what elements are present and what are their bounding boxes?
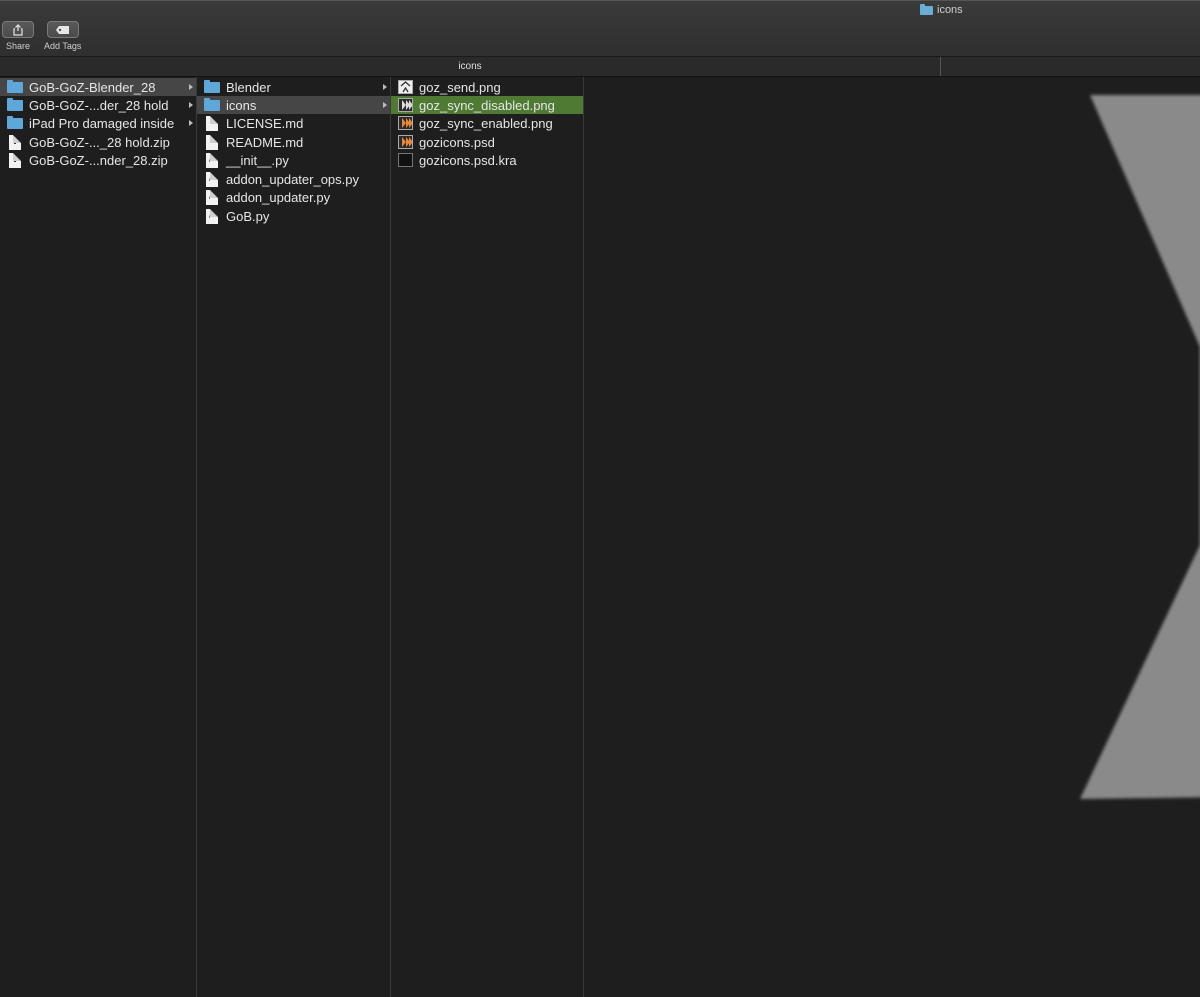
chevron-right-icon xyxy=(383,84,387,90)
column-2[interactable]: Blender icons LICENSE.md README.md __ini… xyxy=(197,77,391,997)
list-item[interactable]: goz_sync_disabled.png xyxy=(391,96,583,114)
folder-icon xyxy=(204,98,220,111)
list-item[interactable]: gozicons.psd.kra xyxy=(391,151,583,169)
goz-sync-enabled-image-icon xyxy=(398,116,413,130)
add-tags-button[interactable]: Add Tags xyxy=(44,21,81,51)
goz-sync-disabled-image-icon xyxy=(398,98,413,112)
item-label: icons xyxy=(226,97,257,113)
share-label: Share xyxy=(5,41,31,51)
item-label: README.md xyxy=(226,134,304,150)
document-icon xyxy=(206,115,218,131)
item-label: goz_sync_enabled.png xyxy=(419,115,553,131)
column-3[interactable]: goz_send.png goz_sync_disabled.png goz_s… xyxy=(391,77,584,997)
chevron-right-icon xyxy=(189,84,193,90)
item-label: iPad Pro damaged inside xyxy=(29,115,175,131)
item-label: __init__.py xyxy=(226,152,289,168)
folder-icon xyxy=(920,3,933,15)
folder-icon xyxy=(7,80,23,93)
python-file-icon xyxy=(206,208,218,224)
share-button-box[interactable] xyxy=(2,21,34,38)
psd-file-icon xyxy=(398,135,413,149)
item-label: gozicons.psd.kra xyxy=(419,152,517,168)
chevron-right-icon xyxy=(189,120,193,126)
list-item[interactable]: GoB-GoZ-...nder_28.zip xyxy=(0,151,196,169)
window-title: icons xyxy=(920,3,963,16)
item-label: Blender xyxy=(226,79,271,95)
list-item[interactable]: GoB-GoZ-Blender_28 xyxy=(0,78,196,96)
list-item[interactable]: GoB.py xyxy=(197,207,390,225)
document-icon xyxy=(206,134,218,150)
item-label: addon_updater.py xyxy=(226,189,331,205)
list-item[interactable]: gozicons.psd xyxy=(391,133,583,151)
share-icon xyxy=(13,23,23,36)
toolbar: icons Share Add Tags xyxy=(0,0,1200,57)
zip-file-icon xyxy=(9,152,21,168)
list-item[interactable]: icons xyxy=(197,96,390,114)
chevron-right-icon xyxy=(383,102,387,108)
item-label: addon_updater_ops.py xyxy=(226,171,360,187)
tag-icon xyxy=(55,25,69,34)
item-label: GoB-GoZ-...nder_28.zip xyxy=(29,152,168,168)
item-label: GoB-GoZ-Blender_28 xyxy=(29,79,156,95)
folder-icon xyxy=(204,80,220,93)
python-file-icon xyxy=(206,171,218,187)
add-tags-label: Add Tags xyxy=(44,41,82,51)
item-label: GoB-GoZ-...der_28 hold xyxy=(29,97,169,113)
preview-pane xyxy=(584,77,1200,997)
list-item[interactable]: addon_updater.py xyxy=(197,188,390,206)
window-title-label: icons xyxy=(937,4,963,16)
share-button[interactable]: Share xyxy=(2,21,34,51)
list-item[interactable]: goz_send.png xyxy=(391,78,583,96)
list-item[interactable]: goz_sync_enabled.png xyxy=(391,114,583,132)
list-item[interactable]: __init__.py xyxy=(197,151,390,169)
list-item[interactable]: addon_updater_ops.py xyxy=(197,170,390,188)
item-label: GoB-GoZ-..._28 hold.zip xyxy=(29,134,170,150)
list-item[interactable]: GoB-GoZ-...der_28 hold xyxy=(0,96,196,114)
path-tab-current[interactable]: icons xyxy=(0,57,941,76)
list-item[interactable]: README.md xyxy=(197,133,390,151)
item-label: GoB.py xyxy=(226,208,270,224)
item-label: LICENSE.md xyxy=(226,115,304,131)
folder-icon xyxy=(7,98,23,111)
chevron-right-icon xyxy=(189,102,193,108)
path-bar: icons xyxy=(0,57,1200,77)
list-item[interactable]: iPad Pro damaged inside xyxy=(0,114,196,132)
folder-icon xyxy=(7,116,23,129)
kra-file-icon xyxy=(398,153,413,167)
item-label: gozicons.psd xyxy=(419,134,495,150)
python-file-icon xyxy=(206,189,218,205)
python-file-icon xyxy=(206,152,218,168)
zip-file-icon xyxy=(9,134,21,150)
add-tags-button-box[interactable] xyxy=(46,21,79,38)
item-label: goz_send.png xyxy=(419,79,501,95)
list-item[interactable]: LICENSE.md xyxy=(197,114,390,132)
item-label: goz_sync_disabled.png xyxy=(419,97,555,113)
list-item[interactable]: Blender xyxy=(197,78,390,96)
goz-send-image-icon xyxy=(398,80,413,94)
list-item[interactable]: GoB-GoZ-..._28 hold.zip xyxy=(0,133,196,151)
preview-image xyxy=(1080,95,1200,799)
column-1[interactable]: GoB-GoZ-Blender_28 GoB-GoZ-...der_28 hol… xyxy=(0,77,197,997)
